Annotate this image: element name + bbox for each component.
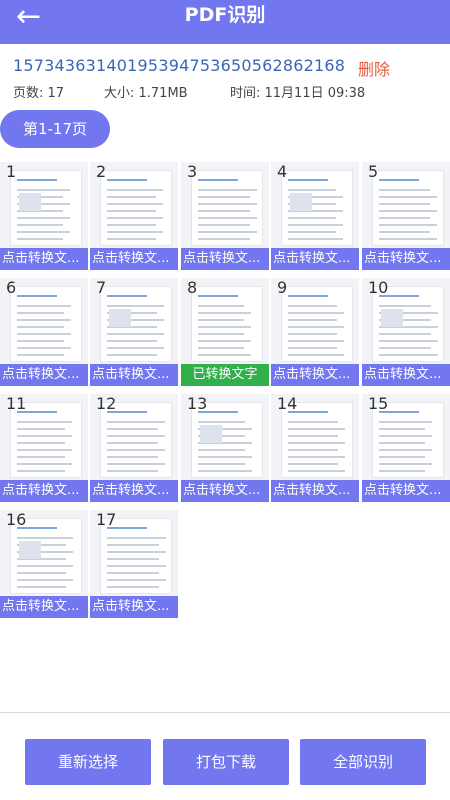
page-number: 15 xyxy=(368,394,389,413)
page-count: 页数: 17 xyxy=(13,86,65,101)
page-thumbnail[interactable]: 16 点击转换文... xyxy=(0,510,88,618)
convert-status-button[interactable]: 点击转换文... xyxy=(271,480,359,502)
convert-status-button[interactable]: 点击转换文... xyxy=(362,480,450,502)
page-thumbnail[interactable]: 9 点击转换文... xyxy=(271,278,359,386)
page-preview-image xyxy=(100,286,172,362)
page-thumbnail[interactable]: 1 点击转换文... xyxy=(0,162,88,270)
page-title: PDF识别 xyxy=(184,4,266,26)
page-thumbnail[interactable]: 12 点击转换文... xyxy=(90,394,178,502)
page-thumbnail[interactable]: 14 点击转换文... xyxy=(271,394,359,502)
convert-status-button[interactable]: 点击转换文... xyxy=(271,364,359,386)
page-preview-image xyxy=(100,518,172,594)
convert-status-button[interactable]: 已转换文字 xyxy=(181,364,269,386)
convert-status-button[interactable]: 点击转换文... xyxy=(90,480,178,502)
bottom-action-bar: 重新选择 打包下载 全部识别 xyxy=(0,712,450,800)
delete-button[interactable]: 删除 xyxy=(358,56,390,80)
page-preview-image xyxy=(281,402,353,478)
page-number: 13 xyxy=(187,394,208,413)
convert-status-button[interactable]: 点击转换文... xyxy=(271,248,359,270)
convert-status-button[interactable]: 点击转换文... xyxy=(90,596,178,618)
convert-status-button[interactable]: 点击转换文... xyxy=(90,364,178,386)
file-size: 大小: 1.71MB xyxy=(104,86,188,101)
page-number: 6 xyxy=(6,278,17,297)
page-preview-image xyxy=(191,170,263,246)
page-preview-image xyxy=(10,518,82,594)
page-thumbnail[interactable]: 15 点击转换文... xyxy=(362,394,450,502)
page-preview-image xyxy=(281,286,353,362)
page-thumbnail[interactable]: 17 点击转换文... xyxy=(90,510,178,618)
convert-status-button[interactable]: 点击转换文... xyxy=(0,248,88,270)
convert-status-button[interactable]: 点击转换文... xyxy=(362,248,450,270)
page-thumbnail[interactable]: 11 点击转换文... xyxy=(0,394,88,502)
page-preview-image xyxy=(10,286,82,362)
convert-status-button[interactable]: 点击转换文... xyxy=(90,248,178,270)
page-thumbnail[interactable]: 7 点击转换文... xyxy=(90,278,178,386)
page-number: 3 xyxy=(187,162,198,181)
page-number: 17 xyxy=(96,510,117,529)
recognize-all-button[interactable]: 全部识别 xyxy=(300,739,426,785)
page-thumbnail[interactable]: 6 点击转换文... xyxy=(0,278,88,386)
page-number: 11 xyxy=(6,394,27,413)
convert-status-button[interactable]: 点击转换文... xyxy=(0,364,88,386)
file-info: 15734363140195394753650562862168 删除 页数: … xyxy=(0,44,450,110)
page-preview-image xyxy=(10,402,82,478)
page-thumbnail[interactable]: 2 点击转换文... xyxy=(90,162,178,270)
convert-status-button[interactable]: 点击转换文... xyxy=(362,364,450,386)
page-preview-image xyxy=(372,170,444,246)
page-number: 4 xyxy=(277,162,288,181)
download-all-button[interactable]: 打包下载 xyxy=(163,739,289,785)
convert-status-button[interactable]: 点击转换文... xyxy=(181,480,269,502)
page-number: 9 xyxy=(277,278,288,297)
top-bar: ← PDF识别 xyxy=(0,0,450,44)
page-number: 14 xyxy=(277,394,298,413)
page-thumbnail[interactable]: 8 已转换文字 xyxy=(181,278,269,386)
file-name: 15734363140195394753650562862168 xyxy=(13,56,346,75)
page-number: 7 xyxy=(96,278,107,297)
page-preview-image xyxy=(281,170,353,246)
page-preview-image xyxy=(191,402,263,478)
page-preview-image xyxy=(372,402,444,478)
page-thumbnail[interactable]: 10 点击转换文... xyxy=(362,278,450,386)
page-preview-image xyxy=(100,402,172,478)
convert-status-button[interactable]: 点击转换文... xyxy=(0,480,88,502)
page-preview-image xyxy=(191,286,263,362)
page-range-tab[interactable]: 第1-17页 xyxy=(0,110,110,148)
page-thumbnail[interactable]: 5 点击转换文... xyxy=(362,162,450,270)
page-number: 2 xyxy=(96,162,107,181)
page-number: 5 xyxy=(368,162,379,181)
page-number: 8 xyxy=(187,278,198,297)
page-preview-image xyxy=(10,170,82,246)
convert-status-button[interactable]: 点击转换文... xyxy=(181,248,269,270)
file-time: 时间: 11月11日 09:38 xyxy=(230,86,366,101)
reselect-button[interactable]: 重新选择 xyxy=(25,739,151,785)
page-thumbnail[interactable]: 3 点击转换文... xyxy=(181,162,269,270)
page-thumbnail[interactable]: 4 点击转换文... xyxy=(271,162,359,270)
page-number: 12 xyxy=(96,394,117,413)
page-preview-image xyxy=(100,170,172,246)
page-preview-image xyxy=(372,286,444,362)
page-thumbnail[interactable]: 13 点击转换文... xyxy=(181,394,269,502)
page-number: 10 xyxy=(368,278,389,297)
page-number: 1 xyxy=(6,162,17,181)
convert-status-button[interactable]: 点击转换文... xyxy=(0,596,88,618)
page-number: 16 xyxy=(6,510,27,529)
